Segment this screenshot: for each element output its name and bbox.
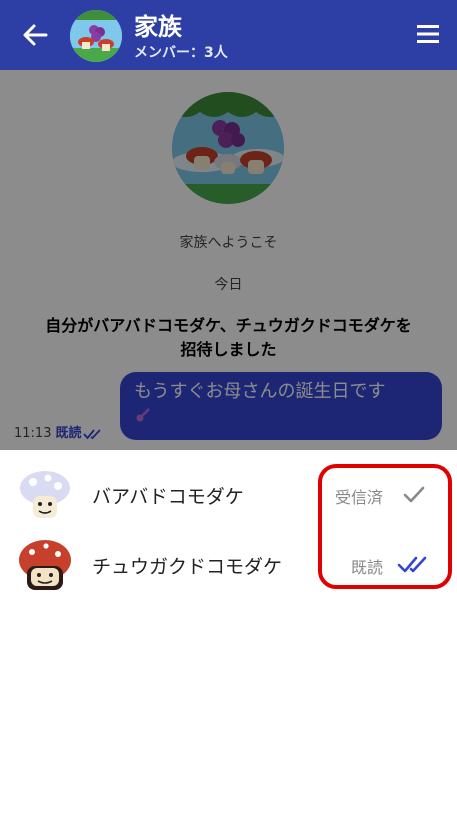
arrow-left-icon[interactable]	[20, 20, 50, 50]
member-avatar-grandma	[20, 471, 70, 518]
member-name: チュウガクドコモダケ	[92, 556, 283, 578]
group-avatar[interactable]	[70, 10, 122, 62]
group-avatar-image	[70, 10, 122, 62]
chat-title: 家族	[134, 13, 182, 41]
app-header: 家族 メンバー：3人	[0, 0, 457, 70]
member-avatar-student	[19, 540, 71, 590]
hamburger-menu-icon[interactable]	[417, 23, 439, 45]
status-highlight-frame	[318, 464, 452, 589]
member-name: バアバドコモダケ	[92, 486, 244, 508]
chat-area: 家族へようこそ 今日 自分がバアバドコモダケ、チュウガクドコモダケを招待しました…	[0, 70, 457, 520]
member-count: メンバー：3人	[134, 45, 228, 61]
